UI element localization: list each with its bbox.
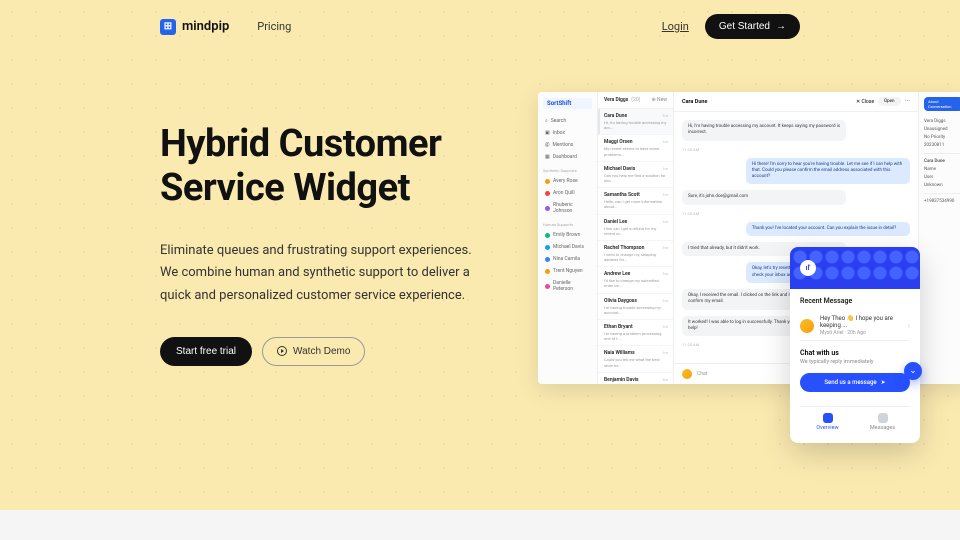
get-started-button[interactable]: Get Started → [705, 14, 800, 39]
hero-title: Hybrid Customer Service Widget [160, 123, 520, 210]
brand-name: mindpip [182, 19, 229, 34]
recent-message-text: Hey Theo 👋 I hope you are keeping ... [820, 315, 902, 329]
tab-overview[interactable]: Overview [800, 407, 855, 437]
logo-mark-icon: ⊞ [160, 19, 176, 35]
top-nav: ⊞ mindpip Pricing Login Get Started → [0, 0, 960, 53]
login-link[interactable]: Login [662, 20, 689, 33]
arrow-right-icon: → [776, 21, 786, 32]
chevron-down-icon: ⌄ [909, 366, 917, 376]
recent-message-meta: Mysti Ariel · 20h Ago [820, 330, 902, 336]
recent-message-title: Recent Message [800, 297, 910, 305]
avatar-icon [800, 319, 814, 333]
chat-input-placeholder: Chat [697, 371, 707, 377]
chat-with-us-title: Chat with us [800, 349, 910, 357]
send-message-button[interactable]: Send us a message ➤ [800, 373, 910, 392]
widget-toggle-button[interactable]: ⌄ [904, 362, 922, 380]
send-icon: ➤ [881, 379, 886, 386]
hero-description: Eliminate queues and frustrating support… [160, 240, 480, 306]
widget-tabs: Overview Messages [800, 406, 910, 437]
avatar-icon [682, 369, 692, 379]
footer-strip [0, 510, 960, 540]
start-trial-button[interactable]: Start free trial [160, 337, 252, 366]
chevron-right-icon: › [908, 321, 910, 330]
widget-brand-icon: ıl' [800, 260, 816, 276]
overview-icon [823, 413, 833, 423]
watch-demo-button[interactable]: Watch Demo [262, 337, 365, 366]
pricing-link[interactable]: Pricing [257, 20, 291, 33]
chat-reply-time: We typically reply immediately [800, 359, 910, 365]
tab-messages[interactable]: Messages [855, 407, 910, 437]
brand-logo[interactable]: ⊞ mindpip [160, 19, 229, 35]
mock-thread-item: Benjamin DavisI recently made an order o… [598, 373, 673, 384]
play-icon [277, 346, 287, 356]
messages-icon [878, 413, 888, 423]
chat-widget: ıl' Recent Message Hey Theo 👋 I hope you… [790, 247, 920, 443]
recent-message-row[interactable]: Hey Theo 👋 I hope you are keeping ... My… [800, 311, 910, 341]
widget-header: ıl' [790, 247, 920, 289]
